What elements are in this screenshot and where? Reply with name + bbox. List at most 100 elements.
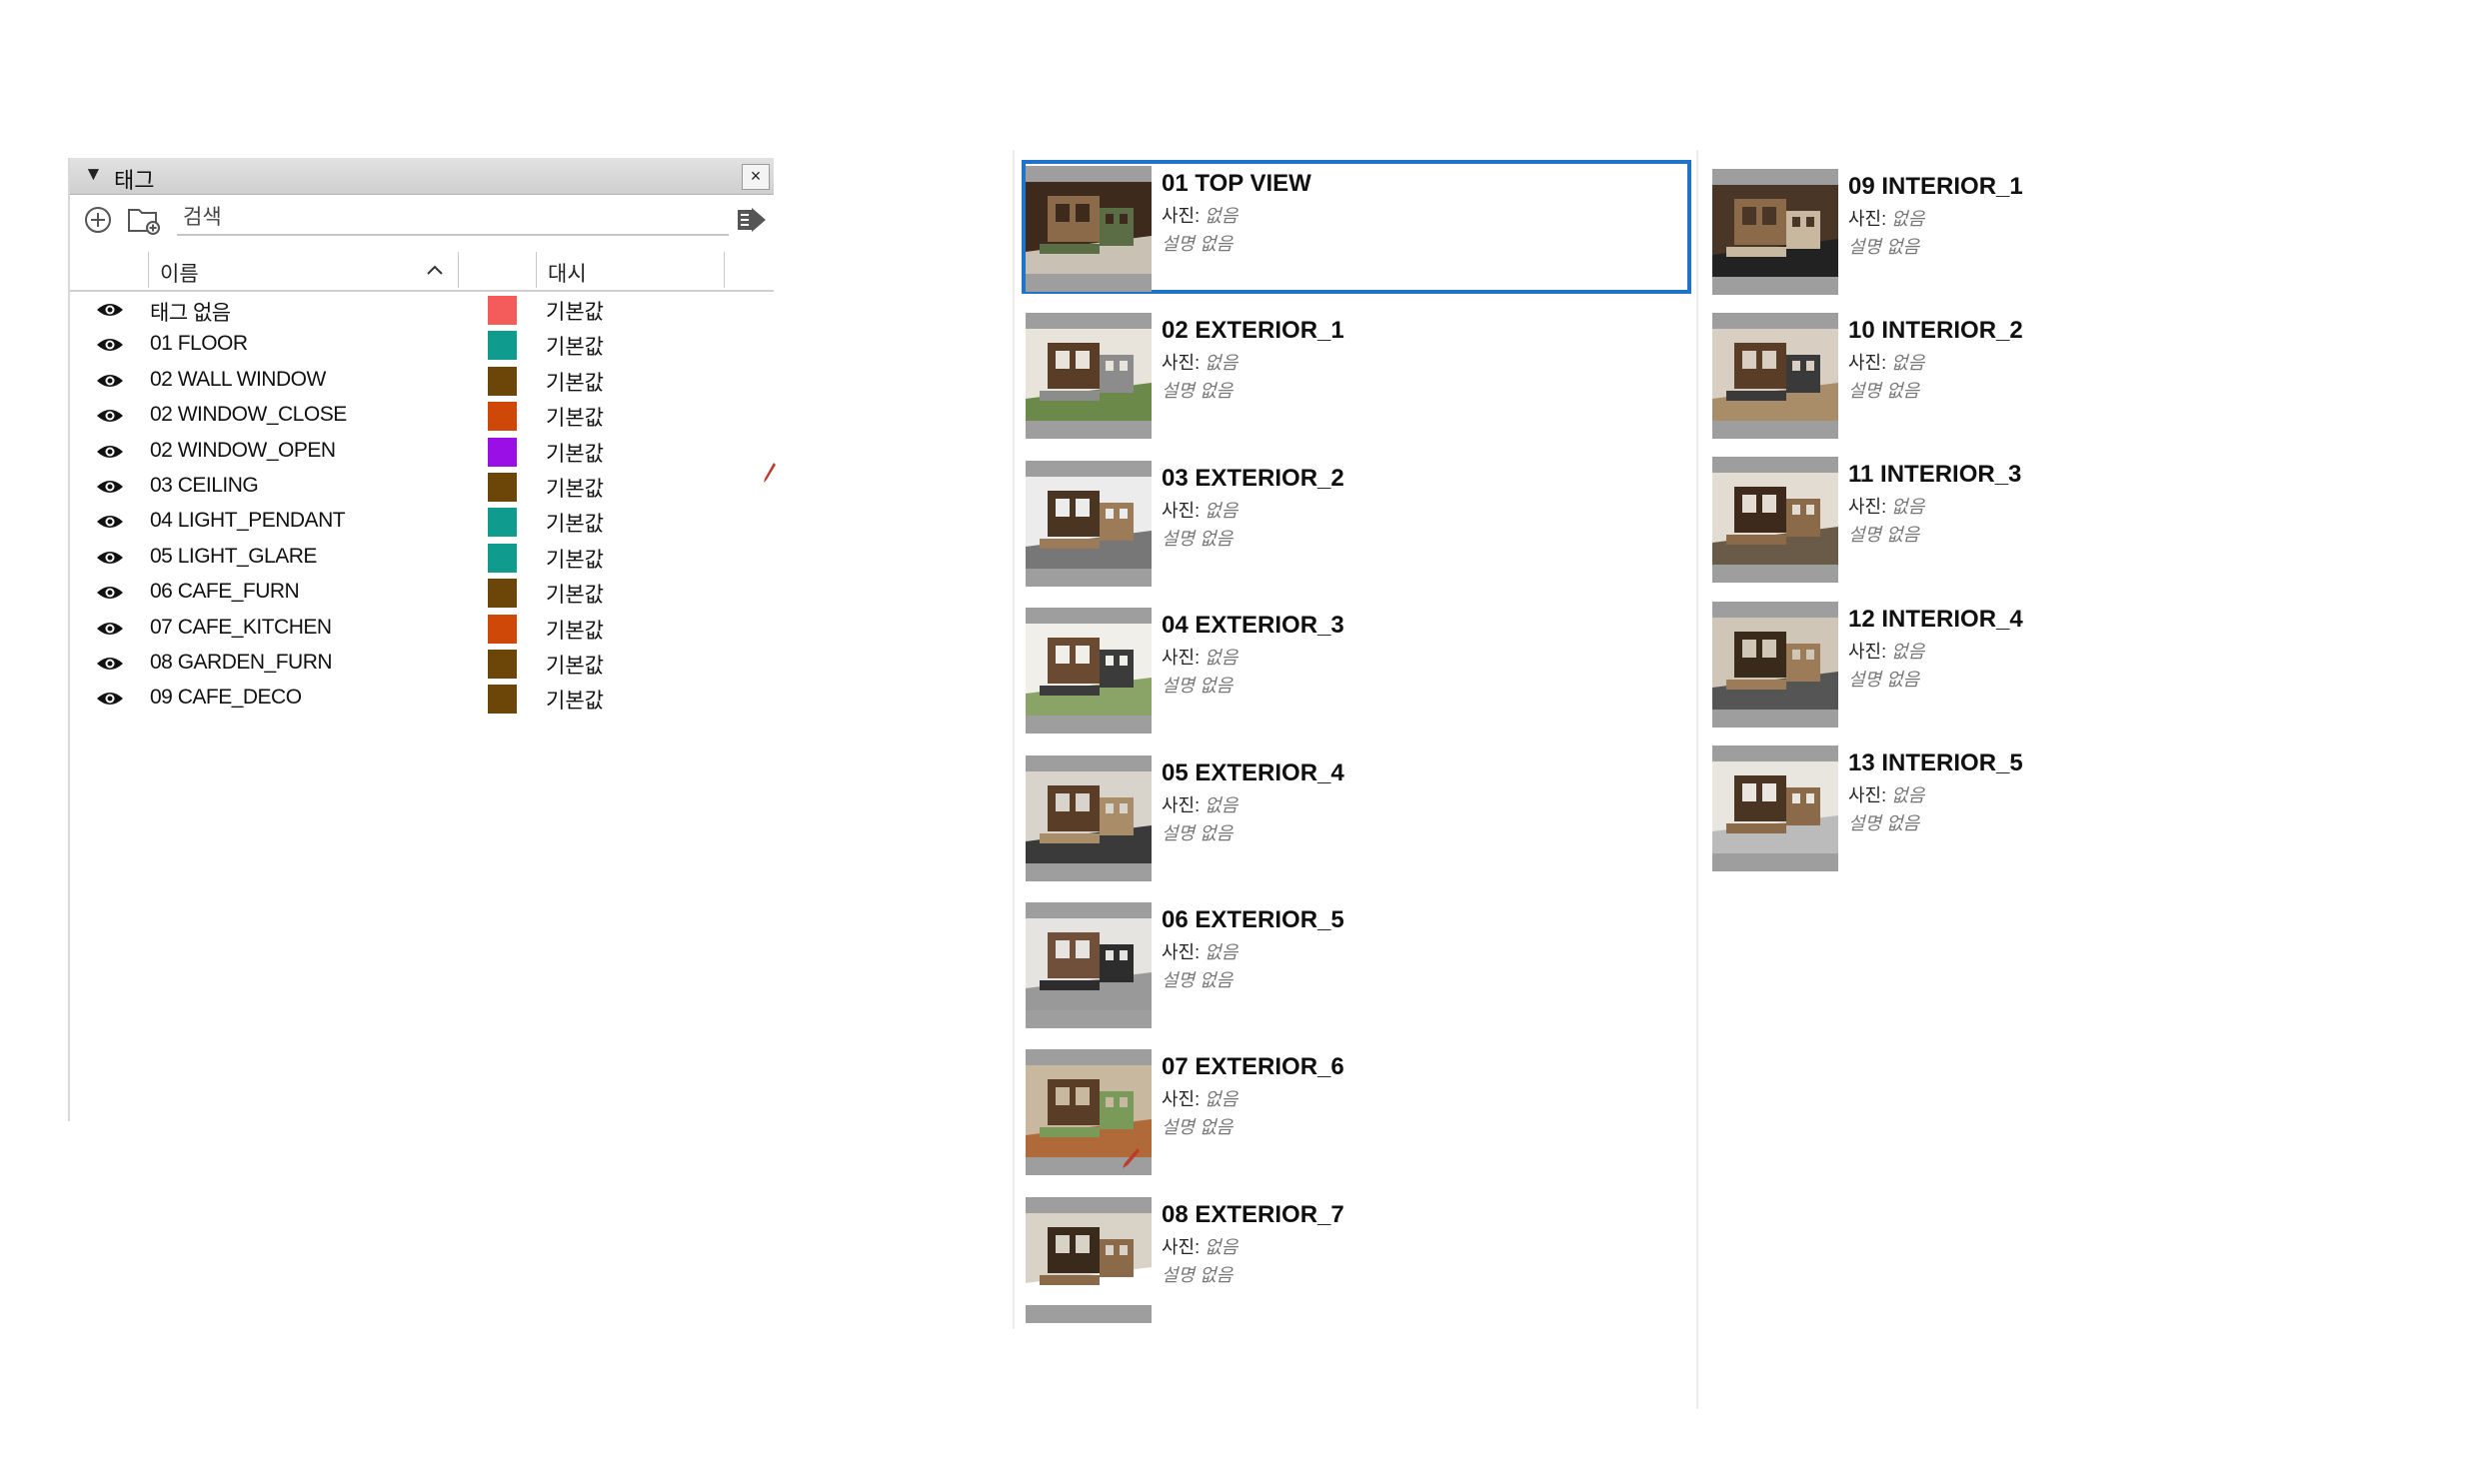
tag-row[interactable]: 02 WINDOW_CLOSE 기본값 <box>70 398 774 433</box>
column-header-dash[interactable]: 대시 <box>548 258 587 288</box>
tag-dash-value[interactable]: 기본값 <box>546 438 604 468</box>
visibility-eye-icon[interactable] <box>96 620 124 638</box>
tag-row[interactable]: 08 GARDEN_FURN 기본값 <box>70 646 774 681</box>
tag-color-swatch[interactable] <box>488 402 517 432</box>
scene-thumbnail[interactable] <box>1026 460 1152 587</box>
tags-panel-titlebar[interactable]: ▼ 태그 × <box>70 158 774 195</box>
close-icon[interactable]: × <box>742 164 770 190</box>
scene-card[interactable]: 03 EXTERIOR_2 사진: 없음 설명 없음 <box>1022 455 1691 589</box>
add-tag-folder-icon[interactable] <box>126 202 162 238</box>
details-menu-icon[interactable] <box>734 202 770 238</box>
tag-dash-value[interactable]: 기본값 <box>546 296 604 326</box>
scene-card[interactable]: 09 INTERIOR_1 사진: 없음 설명 없음 <box>1708 163 2378 297</box>
scene-description: 설명 없음 <box>1162 528 1234 549</box>
tag-row[interactable]: 04 LIGHT_PENDANT 기본값 <box>70 504 774 539</box>
visibility-eye-icon[interactable] <box>96 584 124 602</box>
scene-description: 설명 없음 <box>1848 525 1920 546</box>
tag-row[interactable]: 태그 없음 기본값 <box>70 292 774 327</box>
tag-color-swatch[interactable] <box>488 614 517 644</box>
tag-row[interactable]: 09 CAFE_DECO 기본값 <box>70 681 774 716</box>
scene-description: 설명 없음 <box>1162 234 1234 254</box>
visibility-eye-icon[interactable] <box>96 336 124 354</box>
add-tag-icon[interactable] <box>80 202 116 238</box>
scene-description: 설명 없음 <box>1848 812 1920 833</box>
tag-row[interactable]: 06 CAFE_FURN 기본값 <box>70 575 774 610</box>
scene-thumbnail[interactable] <box>1026 608 1152 735</box>
tag-color-swatch[interactable] <box>488 366 517 396</box>
scene-thumbnail[interactable] <box>1712 313 1838 440</box>
visibility-eye-icon[interactable] <box>96 513 124 531</box>
pencil-icon <box>1123 1148 1140 1168</box>
scene-card[interactable]: 05 EXTERIOR_4 사진: 없음 설명 없음 <box>1022 749 1691 883</box>
scene-card[interactable]: 10 INTERIOR_2 사진: 없음 설명 없음 <box>1708 307 2378 441</box>
visibility-eye-icon[interactable] <box>96 443 124 461</box>
tag-color-swatch[interactable] <box>488 579 517 609</box>
tag-dash-value[interactable]: 기본값 <box>546 685 604 715</box>
scene-title: 13 INTERIOR_5 <box>1848 748 2023 776</box>
visibility-eye-icon[interactable] <box>96 301 124 319</box>
tag-dash-value[interactable]: 기본값 <box>546 544 604 574</box>
scene-photo-label: 사진: <box>1162 1236 1201 1257</box>
tag-dash-value[interactable]: 기본값 <box>546 473 604 503</box>
tag-row[interactable]: 05 LIGHT_GLARE 기본값 <box>70 540 774 575</box>
tag-name: 04 LIGHT_PENDANT <box>150 509 346 533</box>
scene-card[interactable]: 01 TOP VIEW 사진: 없음 설명 없음 <box>1022 160 1691 294</box>
search-input[interactable] <box>177 202 729 236</box>
tag-dash-value[interactable]: 기본값 <box>546 331 604 361</box>
column-header-name[interactable]: 이름 <box>160 258 199 288</box>
scene-card[interactable]: 13 INTERIOR_5 사진: 없음 설명 없음 <box>1708 740 2378 873</box>
tag-dash-value[interactable]: 기본값 <box>546 579 604 609</box>
tag-row[interactable]: 02 WINDOW_OPEN 기본값 <box>70 434 774 469</box>
tag-color-swatch[interactable] <box>488 296 517 325</box>
visibility-eye-icon[interactable] <box>96 407 124 425</box>
scene-description: 설명 없음 <box>1162 676 1234 697</box>
scene-thumbnail[interactable] <box>1712 601 1838 728</box>
scene-photo-value: 없음 <box>1891 784 1925 805</box>
scene-photo-info: 사진: 없음 <box>1162 791 1237 817</box>
visibility-eye-icon[interactable] <box>96 655 124 673</box>
tag-dash-value[interactable]: 기본값 <box>546 650 604 680</box>
scene-card[interactable]: 04 EXTERIOR_3 사진: 없음 설명 없음 <box>1022 602 1691 736</box>
scene-card[interactable]: 06 EXTERIOR_5 사진: 없음 설명 없음 <box>1022 896 1691 1030</box>
scene-thumbnail[interactable] <box>1026 313 1152 440</box>
collapse-triangle-icon[interactable]: ▼ <box>84 164 103 186</box>
tag-color-swatch[interactable] <box>488 473 517 502</box>
scene-card[interactable]: 11 INTERIOR_3 사진: 없음 설명 없음 <box>1708 451 2378 585</box>
scene-card[interactable]: 02 EXTERIOR_1 사진: 없음 설명 없음 <box>1022 307 1691 441</box>
scene-thumbnail[interactable] <box>1026 1196 1152 1323</box>
visibility-eye-icon[interactable] <box>96 690 124 708</box>
scene-photo-value: 없음 <box>1891 497 1925 518</box>
sort-ascending-icon[interactable] <box>426 264 444 276</box>
tag-color-swatch[interactable] <box>488 650 517 679</box>
scene-thumbnail[interactable] <box>1026 902 1152 1028</box>
tag-row[interactable]: 02 WALL WINDOW 기본값 <box>70 363 774 398</box>
scene-thumbnail[interactable] <box>1026 166 1152 292</box>
tag-dash-value[interactable]: 기본값 <box>546 615 604 645</box>
scene-photo-info: 사진: 없음 <box>1848 349 1924 375</box>
scene-thumbnail[interactable] <box>1712 457 1838 584</box>
pencil-icon[interactable] <box>762 462 776 484</box>
tag-color-swatch[interactable] <box>488 685 517 715</box>
tag-dash-value[interactable]: 기본값 <box>546 508 604 538</box>
scene-title: 12 INTERIOR_4 <box>1848 605 2023 633</box>
tag-row[interactable]: 03 CEILING 기본값 <box>70 469 774 504</box>
tag-color-swatch[interactable] <box>488 331 517 361</box>
tag-row[interactable]: 07 CAFE_KITCHEN 기본값 <box>70 611 774 646</box>
tag-name: 08 GARDEN_FURN <box>150 651 333 674</box>
tag-row[interactable]: 01 FLOOR 기본값 <box>70 327 774 362</box>
visibility-eye-icon[interactable] <box>96 549 124 567</box>
scene-thumbnail[interactable] <box>1712 169 1838 295</box>
visibility-eye-icon[interactable] <box>96 478 124 496</box>
scene-card[interactable]: 08 EXTERIOR_7 사진: 없음 설명 없음 <box>1022 1191 1691 1325</box>
scene-thumbnail[interactable] <box>1712 744 1838 871</box>
tag-dash-value[interactable]: 기본값 <box>546 402 604 432</box>
tag-color-swatch[interactable] <box>488 543 517 573</box>
scene-title: 10 INTERIOR_2 <box>1848 317 2023 345</box>
scene-photo-label: 사진: <box>1162 500 1201 521</box>
tag-color-swatch[interactable] <box>488 508 517 538</box>
visibility-eye-icon[interactable] <box>96 372 124 390</box>
tag-color-swatch[interactable] <box>488 437 517 467</box>
tag-dash-value[interactable]: 기본값 <box>546 367 604 397</box>
scene-card[interactable]: 12 INTERIOR_4 사진: 없음 설명 없음 <box>1708 596 2378 730</box>
scene-thumbnail[interactable] <box>1026 754 1152 881</box>
